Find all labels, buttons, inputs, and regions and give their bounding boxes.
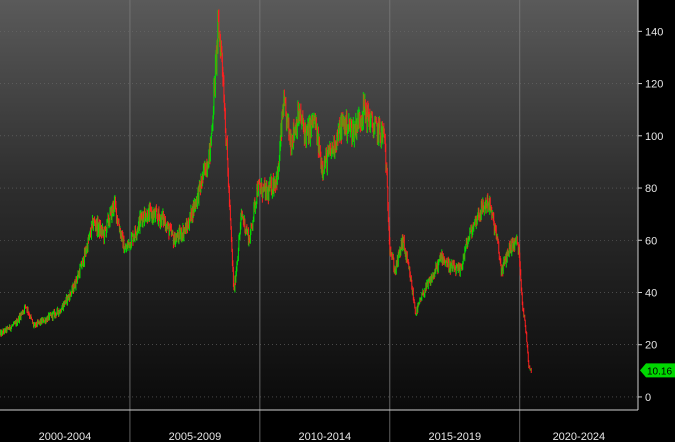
y-tick-label: 120	[645, 79, 663, 91]
x-tick-label: 2015-2019	[428, 431, 481, 442]
chart-svg: 0 20 40 60 80 100 120 140 2000-2004 2005-2009 201…	[0, 0, 675, 442]
x-axis: 2000-2004 2005-2009 2010-2014 2015-2019 2020…	[0, 409, 638, 442]
plot-background	[0, 0, 638, 410]
x-tick-label: 2000-2004	[39, 431, 92, 442]
y-axis: 0 20 40 60 80 100 120 140	[637, 0, 663, 410]
price-chart: 0 20 40 60 80 100 120 140 2000-2004 2005-2009 201…	[0, 0, 675, 442]
y-tick-label: 80	[645, 183, 657, 195]
y-tick-label: 20	[645, 340, 657, 352]
x-tick-label: 2005-2009	[169, 431, 222, 442]
y-tick-label: 140	[645, 26, 663, 38]
x-tick-label: 2020-2024	[553, 431, 606, 442]
x-tick-label: 2010-2014	[299, 431, 352, 442]
y-tick-label: 60	[645, 235, 657, 247]
y-tick-label: 0	[645, 392, 651, 404]
y-tick-label: 40	[645, 287, 657, 299]
last-value-tag: 10.16	[640, 363, 675, 378]
last-value-label: 10.16	[647, 366, 672, 377]
y-tick-label: 100	[645, 131, 663, 143]
